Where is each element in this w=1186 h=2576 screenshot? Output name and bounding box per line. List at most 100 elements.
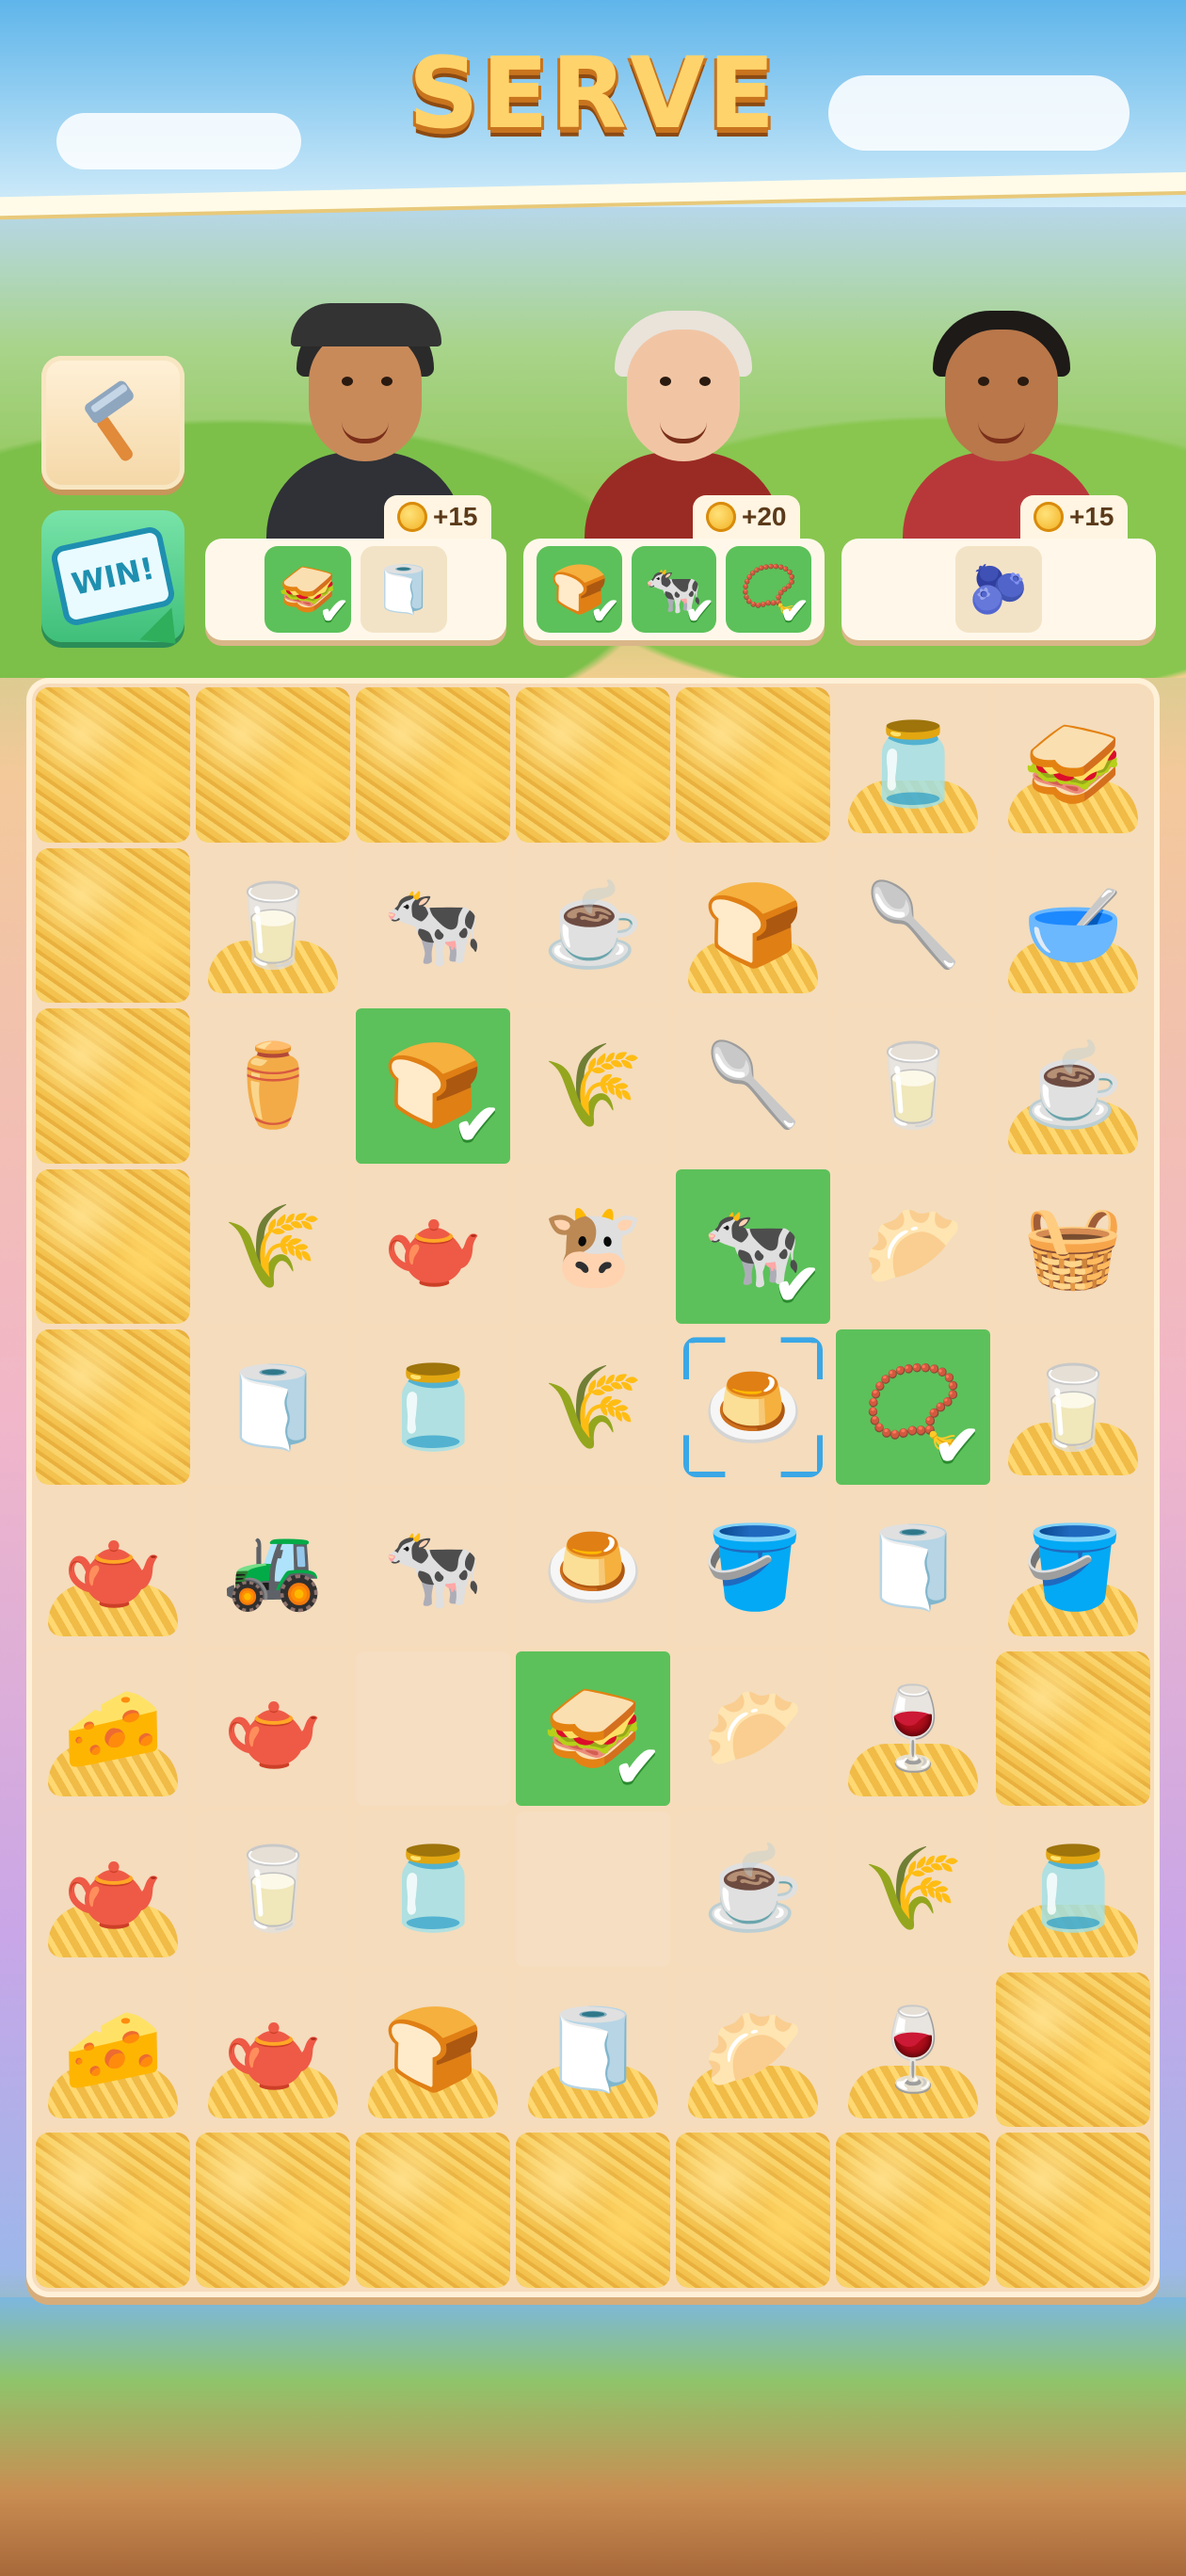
board-item-berry-pudding[interactable]: 🍮	[676, 1329, 830, 1485]
board-item-jam-jar[interactable]: 🫙	[356, 1329, 510, 1485]
teapot-icon: 🫖	[222, 2004, 324, 2096]
wheat-icon: 🌾	[222, 1201, 324, 1293]
board-item-bread-loaf[interactable]: 🍞	[356, 1972, 510, 2128]
customer-young-man[interactable]: +15 🫐	[841, 282, 1162, 640]
hammer-button[interactable]	[41, 356, 184, 490]
coin-icon	[1034, 502, 1064, 532]
board-item-sandwich[interactable]: 🥪 ✔	[516, 1650, 670, 1807]
board-item-tea-cup[interactable]: ☕	[516, 847, 670, 1004]
berry-pudding-icon: 🍮	[542, 1522, 644, 1614]
milk-carton-icon: 🥛	[222, 1843, 324, 1935]
coffee-grinder-icon: ⚱️	[222, 1040, 324, 1132]
wheat-icon: 🌾	[862, 1843, 964, 1935]
napkin-roll-icon: 🧻	[222, 1361, 324, 1453]
board-item-milk-carton[interactable]: 🥛	[196, 1811, 350, 1967]
board-item-jam-jar[interactable]: 🫙	[356, 1811, 510, 1967]
reward-badge: +20	[693, 495, 800, 539]
board-item-tractor-generator[interactable]: 🚜	[196, 1490, 350, 1646]
board-item-teapot[interactable]: 🫖	[196, 1650, 350, 1807]
teapot-icon: 🫖	[382, 1201, 484, 1293]
board-item-teapot[interactable]: 🫖	[36, 1490, 190, 1646]
wheat-icon: 🌾	[542, 1040, 644, 1132]
hay-bale-tile[interactable]	[836, 2133, 990, 2288]
board-item-hand-mixer[interactable]: 🥣	[996, 847, 1150, 1004]
wheat-icon: 🌾	[542, 1361, 644, 1453]
board-item-wheat[interactable]: 🌾	[516, 1329, 670, 1485]
board-item-flour-bag[interactable]: 🍞	[676, 847, 830, 1004]
win-button[interactable]: WIN!	[41, 510, 192, 660]
hay-bale-tile[interactable]	[516, 687, 670, 843]
board-item-milk-carton[interactable]: 🥛	[836, 1008, 990, 1164]
board-grid: 🫙 🥪 🥛 🐄 ☕ 🍞 🥄 🥣 ⚱️ 🍞 ✔ 🌾 🥄 🥛 ☕ 🌾 🫖 🐮 🐄 ✔ 🥟 🧺 🧻 🫙 🌾 🍮 📿 ✔ 🥛 🫖 🚜 🐄 🍮 🪣 🧻 🪣 🧀 🫖 🥪…	[36, 687, 1150, 2288]
board-item-teapot[interactable]: 🫖	[196, 1972, 350, 2128]
board-item-milk-carton[interactable]: 🥛	[996, 1329, 1150, 1485]
board-item-dough-ball[interactable]: 🥟	[676, 1972, 830, 2128]
hay-bale-tile[interactable]	[996, 1972, 1150, 2128]
hay-bale-tile[interactable]	[36, 2133, 190, 2288]
hay-bale-tile[interactable]	[996, 2133, 1150, 2288]
board-item-cow[interactable]: 🐄	[356, 847, 510, 1004]
board-item-dough-ball[interactable]: 🥟	[676, 1650, 830, 1807]
board-item-berry-pudding[interactable]: 🍮	[516, 1490, 670, 1646]
hay-bale-tile[interactable]	[196, 2133, 350, 2288]
hay-bale-tile[interactable]	[996, 1650, 1150, 1807]
hay-bale-tile[interactable]	[36, 847, 190, 1004]
board-item-wheat[interactable]: 🌾	[196, 1168, 350, 1325]
board-item-wheat[interactable]: 🌾	[516, 1008, 670, 1164]
board-item-wheat[interactable]: 🌾	[836, 1811, 990, 1967]
empty-tile[interactable]	[356, 1650, 510, 1807]
reward-amount: +15	[433, 502, 478, 531]
milk-bucket-icon: 🪣	[1022, 1522, 1124, 1614]
board-item-cheese[interactable]: 🧀	[36, 1972, 190, 2128]
board-item-wooden-bucket[interactable]: 🪣	[676, 1490, 830, 1646]
board-item-dough-ball[interactable]: 🥟	[836, 1168, 990, 1325]
board-item-napkin-roll[interactable]: 🧻	[516, 1972, 670, 2128]
board-item-milk-carton[interactable]: 🥛	[196, 847, 350, 1004]
board-item-flour-bag[interactable]: 🍞 ✔	[356, 1008, 510, 1164]
reward-badge: +15	[384, 495, 491, 539]
board-item-grain-scoop[interactable]: 🥄	[676, 1008, 830, 1164]
board-item-coffee-grinder[interactable]: ⚱️	[196, 1008, 350, 1164]
board-item-sandwich[interactable]: 🥪	[996, 687, 1150, 843]
board-item-jam-jar[interactable]: 🫙	[996, 1811, 1150, 1967]
hay-bale-tile[interactable]	[356, 2133, 510, 2288]
win-sign-label: WIN!	[49, 524, 177, 628]
board-item-cow[interactable]: 🐄	[356, 1490, 510, 1646]
board-item-photo-locket[interactable]: 📿 ✔	[836, 1329, 990, 1485]
hay-bale-tile[interactable]	[36, 1329, 190, 1485]
hay-bale-tile[interactable]	[196, 687, 350, 843]
board-item-jam-jar[interactable]: 🫙	[836, 687, 990, 843]
board-item-napkin-roll[interactable]: 🧻	[836, 1490, 990, 1646]
board-item-tea-cup[interactable]: ☕	[996, 1008, 1150, 1164]
bread-loaf-icon: 🍞	[382, 2004, 484, 2096]
board-item-teapot[interactable]: 🫖	[356, 1168, 510, 1325]
customer-granny[interactable]: +20 🍞 ✔ 🐄 ✔ 📿 ✔	[523, 282, 843, 640]
board-item-cow[interactable]: 🐄 ✔	[676, 1168, 830, 1325]
order-card: 🫐	[841, 539, 1156, 640]
hay-bale-tile[interactable]	[676, 687, 830, 843]
napkin-roll-icon: 🧻	[542, 2004, 644, 2096]
hay-bale-tile[interactable]	[36, 1168, 190, 1325]
cheese-icon: 🧀	[62, 2004, 164, 2096]
board-item-napkin-roll[interactable]: 🧻	[196, 1329, 350, 1485]
customer-trucker[interactable]: +15 🥪 ✔ 🧻	[205, 282, 525, 640]
empty-tile[interactable]	[516, 1811, 670, 1967]
hay-bale-tile[interactable]	[676, 2133, 830, 2288]
board-item-juice-glass[interactable]: 🍷	[836, 1972, 990, 2128]
board-item-milk-bucket[interactable]: 🪣	[996, 1490, 1150, 1646]
board-item-cheese[interactable]: 🧀	[36, 1650, 190, 1807]
hay-bale-tile[interactable]	[516, 2133, 670, 2288]
hay-bale-tile[interactable]	[36, 1008, 190, 1164]
wooden-bucket-icon: 🪣	[702, 1522, 804, 1614]
juice-glass-icon: 🍷	[862, 1682, 964, 1774]
board-item-cow-pen-generator[interactable]: 🐮	[516, 1168, 670, 1325]
board-item-picnic-basket-generator[interactable]: 🧺	[996, 1168, 1150, 1325]
board-item-teapot[interactable]: 🫖	[36, 1811, 190, 1967]
board-item-juice-glass[interactable]: 🍷	[836, 1650, 990, 1807]
board-item-grain-scoop[interactable]: 🥄	[836, 847, 990, 1004]
board-item-tea-cup[interactable]: ☕	[676, 1811, 830, 1967]
merge-board: 🫙 🥪 🥛 🐄 ☕ 🍞 🥄 🥣 ⚱️ 🍞 ✔ 🌾 🥄 🥛 ☕ 🌾 🫖 🐮 🐄 ✔ 🥟 🧺 🧻 🫙 🌾 🍮 📿 ✔ 🥛 🫖 🚜 🐄 🍮 🪣 🧻 🪣 🧀 🫖 🥪…	[26, 678, 1160, 2297]
hay-bale-tile[interactable]	[356, 687, 510, 843]
hay-bale-tile[interactable]	[36, 687, 190, 843]
order-card: 🥪 ✔ 🧻	[205, 539, 506, 640]
